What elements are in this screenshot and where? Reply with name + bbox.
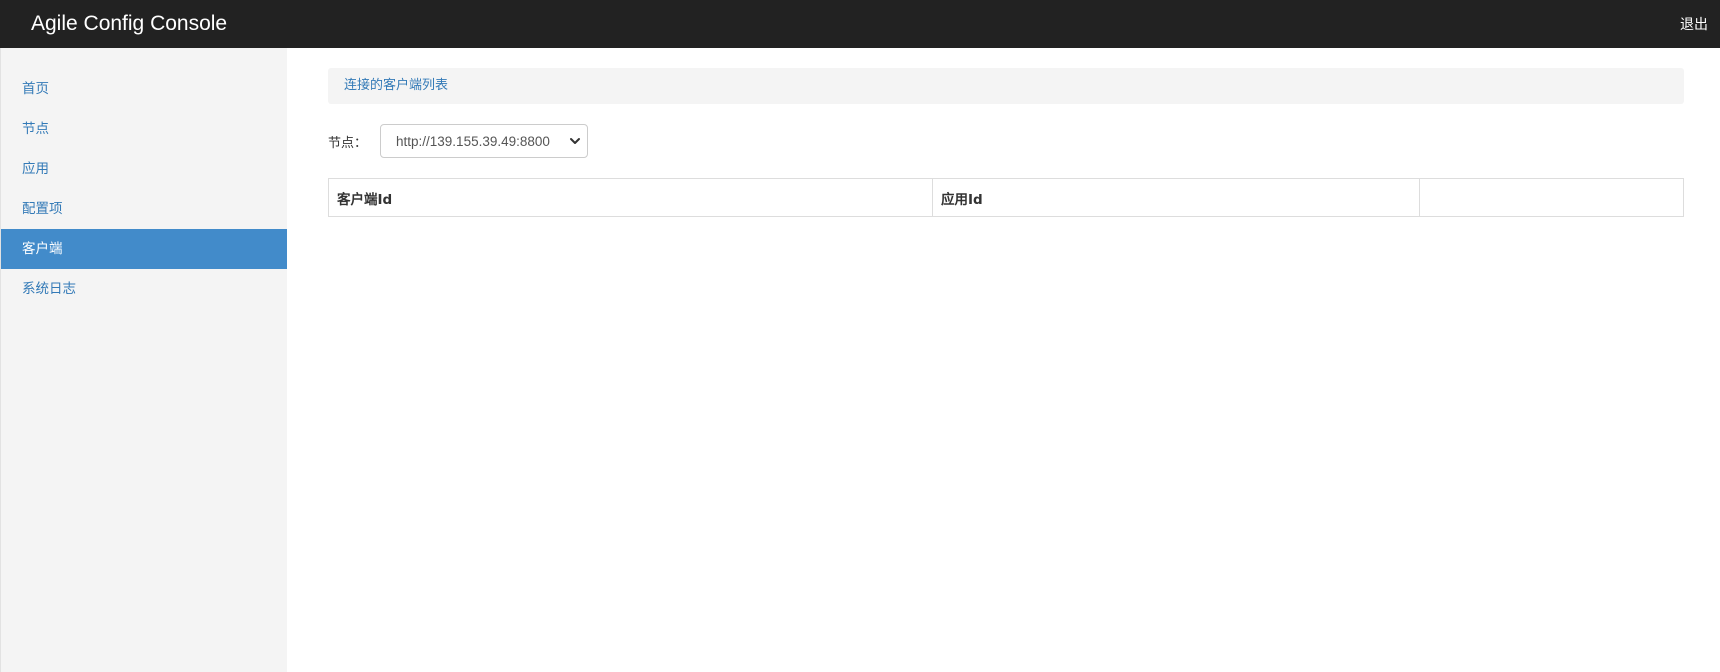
- sidebar-item-nodes[interactable]: 节点: [1, 109, 287, 149]
- top-navbar: Agile Config Console 退出: [0, 0, 1720, 48]
- sidebar-item-clients[interactable]: 客户端: [1, 229, 287, 269]
- chevron-down-icon: [570, 138, 581, 144]
- table-header-row: 客户端Id 应用Id: [328, 178, 1684, 217]
- node-select-value: http://139.155.39.49:8800: [396, 133, 550, 149]
- app-title[interactable]: Agile Config Console: [31, 12, 227, 36]
- column-header-actions: [1419, 178, 1684, 217]
- column-header-client-id: 客户端Id: [328, 178, 933, 217]
- node-filter-row: 节点： http://139.155.39.49:8800: [328, 124, 1684, 158]
- column-header-app-id: 应用Id: [932, 178, 1420, 217]
- sidebar: 首页 节点 应用 配置项 客户端 系统日志: [0, 48, 287, 672]
- clients-table: 客户端Id 应用Id: [328, 178, 1684, 217]
- main-content: 连接的客户端列表 节点： http://139.155.39.49:8800 客…: [328, 68, 1684, 217]
- sidebar-item-home[interactable]: 首页: [1, 69, 287, 109]
- sidebar-item-system-logs[interactable]: 系统日志: [1, 269, 287, 309]
- node-filter-label: 节点：: [328, 135, 368, 151]
- logout-link[interactable]: 退出: [1680, 14, 1708, 34]
- sidebar-item-configs[interactable]: 配置项: [1, 189, 287, 229]
- node-select[interactable]: http://139.155.39.49:8800: [380, 124, 589, 158]
- sidebar-item-apps[interactable]: 应用: [1, 149, 287, 189]
- page-title: 连接的客户端列表: [328, 68, 1684, 104]
